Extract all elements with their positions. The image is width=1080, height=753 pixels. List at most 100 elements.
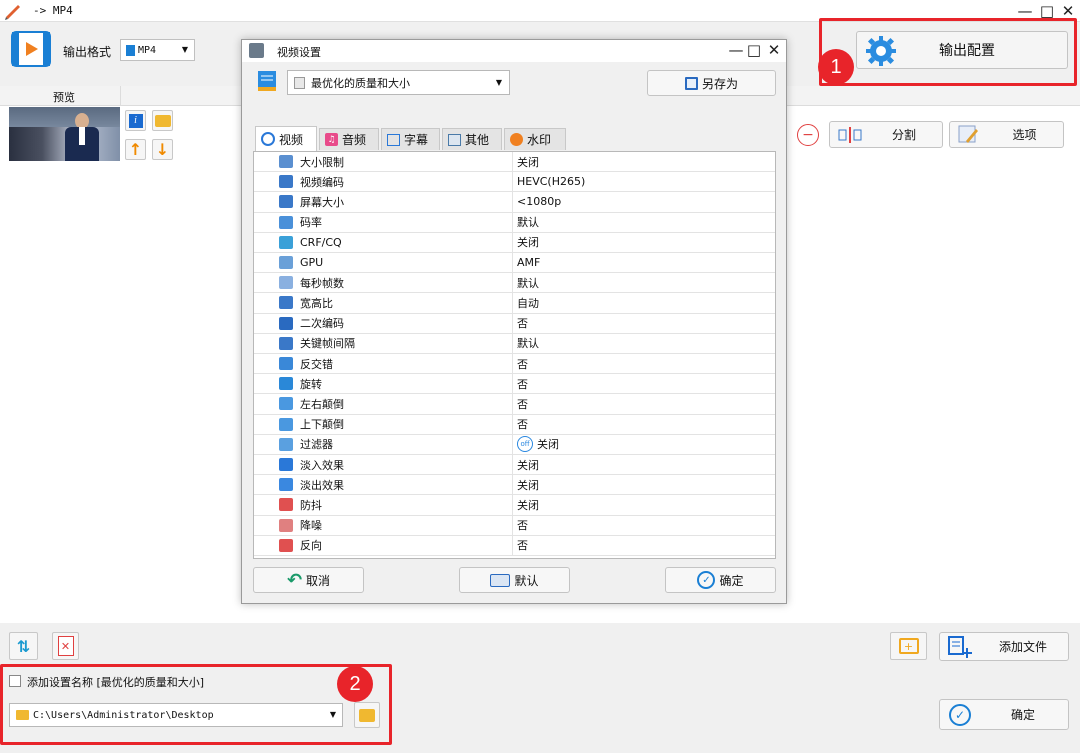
video-thumbnail[interactable] xyxy=(9,107,120,161)
denoise-icon xyxy=(279,518,293,532)
tab-other[interactable]: 其他 xyxy=(442,128,502,150)
dialog-minimize-icon[interactable]: — xyxy=(726,40,746,60)
column-divider xyxy=(512,253,513,273)
remove-icon[interactable]: − xyxy=(797,124,819,146)
setting-value[interactable]: HEVC(H265) xyxy=(517,172,585,191)
move-up-button[interactable]: ↑ xyxy=(125,139,146,160)
watermark-tab-icon xyxy=(510,133,523,146)
setting-value[interactable]: 否 xyxy=(517,354,528,373)
delete-file-icon: ✕ xyxy=(57,636,74,656)
setting-value[interactable]: 默认 xyxy=(517,213,539,232)
add-file-button[interactable]: 添加文件 xyxy=(939,632,1069,661)
clear-list-button[interactable]: ✕ xyxy=(52,632,79,660)
setting-value[interactable]: 默认 xyxy=(517,273,539,292)
save-as-button[interactable]: 另存为 xyxy=(647,70,776,96)
setting-value[interactable]: 否 xyxy=(517,314,528,333)
setting-value[interactable]: 否 xyxy=(517,374,528,393)
tab-subtitle[interactable]: 字幕 xyxy=(381,128,440,150)
column-divider xyxy=(512,152,513,172)
settings-row[interactable]: CRF/CQ 关闭 xyxy=(254,232,775,253)
tab-audio-label: 音频 xyxy=(342,133,367,147)
tab-video-label: 视频 xyxy=(279,132,304,147)
deinterlace-icon xyxy=(279,357,293,371)
video-tab-icon xyxy=(261,132,275,146)
sort-button[interactable]: ⇅ xyxy=(9,632,38,660)
tab-other-label: 其他 xyxy=(465,133,490,147)
setting-value[interactable]: 关闭 xyxy=(517,455,539,474)
setting-value[interactable]: 关闭 xyxy=(517,475,539,494)
tab-watermark[interactable]: 水印 xyxy=(504,128,566,150)
confirm-label: 确定 xyxy=(1010,708,1035,722)
settings-row[interactable]: 过滤器 off 关闭 xyxy=(254,434,775,455)
add-folder-button[interactable]: + xyxy=(890,632,927,660)
options-button[interactable]: 选项 xyxy=(949,121,1064,148)
settings-row[interactable]: 每秒帧数 默认 xyxy=(254,273,775,294)
options-label: 选项 xyxy=(1012,128,1037,142)
dialog-maximize-icon[interactable]: □ xyxy=(744,40,764,60)
settings-row[interactable]: 大小限制 关闭 xyxy=(254,152,775,173)
format-file-icon xyxy=(126,44,135,56)
column-divider xyxy=(512,495,513,515)
column-divider xyxy=(512,293,513,313)
setting-value[interactable]: 关闭 xyxy=(517,152,539,171)
default-button[interactable]: 默认 xyxy=(459,567,570,593)
tab-watermark-label: 水印 xyxy=(527,133,552,147)
toggle-off-icon[interactable]: off xyxy=(517,436,533,453)
column-divider xyxy=(512,273,513,293)
setting-value-text: 自动 xyxy=(517,296,539,310)
setting-value[interactable]: 否 xyxy=(517,516,528,535)
settings-row[interactable]: 防抖 关闭 xyxy=(254,495,775,516)
setting-value[interactable]: 关闭 xyxy=(517,233,539,252)
tab-video[interactable]: 视频 xyxy=(255,126,317,151)
settings-row[interactable]: 视频编码 HEVC(H265) xyxy=(254,172,775,193)
settings-row[interactable]: 降噪 否 xyxy=(254,515,775,536)
settings-row[interactable]: 旋转 否 xyxy=(254,374,775,395)
setting-name: 码率 xyxy=(300,216,322,230)
settings-row[interactable]: 屏幕大小 <1080p xyxy=(254,192,775,213)
setting-value[interactable]: <1080p xyxy=(517,192,561,211)
preset-select[interactable]: 最优化的质量和大小 ▼ xyxy=(287,70,510,95)
info-button[interactable]: i xyxy=(125,110,146,131)
setting-value[interactable]: 自动 xyxy=(517,293,539,312)
settings-row[interactable]: 反向 否 xyxy=(254,535,775,556)
settings-row[interactable]: 淡出效果 关闭 xyxy=(254,475,775,496)
confirm-button[interactable]: ✓ 确定 xyxy=(939,699,1069,730)
header-divider xyxy=(120,86,121,106)
setting-value[interactable]: 否 xyxy=(517,536,528,555)
settings-row[interactable]: GPU AMF xyxy=(254,253,775,274)
format-select[interactable]: MP4 ▼ xyxy=(120,39,195,61)
settings-row[interactable]: 左右颠倒 否 xyxy=(254,394,775,415)
gpu-icon xyxy=(279,256,293,270)
settings-row[interactable]: 宽高比 自动 xyxy=(254,293,775,314)
cancel-label: 取消 xyxy=(306,573,331,588)
setting-value[interactable]: AMF xyxy=(517,253,540,272)
setting-value[interactable]: 否 xyxy=(517,394,528,413)
settings-row[interactable]: 关键帧间隔 默认 xyxy=(254,333,775,354)
setting-name: 防抖 xyxy=(300,498,322,512)
settings-row[interactable]: 二次编码 否 xyxy=(254,313,775,334)
setting-value-text: HEVC(H265) xyxy=(517,175,586,189)
ok-button[interactable]: ✓ 确定 xyxy=(665,567,776,593)
subtitle-tab-icon xyxy=(387,133,400,146)
setting-value[interactable]: off 关闭 xyxy=(517,435,559,454)
split-button[interactable]: 分割 xyxy=(829,121,943,148)
setting-value[interactable]: 关闭 xyxy=(517,495,539,514)
move-down-button[interactable]: ↓ xyxy=(152,139,173,160)
setting-value[interactable]: 否 xyxy=(517,415,528,434)
preset-icon xyxy=(256,69,278,93)
settings-row[interactable]: 反交错 否 xyxy=(254,354,775,375)
crf-icon xyxy=(279,235,293,249)
setting-name: 淡入效果 xyxy=(300,458,344,472)
open-folder-button[interactable] xyxy=(152,110,173,131)
cancel-button[interactable]: ↶ 取消 xyxy=(253,567,364,593)
setting-value-text: 关闭 xyxy=(517,236,539,250)
fade-out-icon xyxy=(279,478,293,492)
check-circle-icon: ✓ xyxy=(949,704,971,726)
tab-audio[interactable]: ♫ 音频 xyxy=(319,128,379,150)
settings-row[interactable]: 上下颠倒 否 xyxy=(254,414,775,435)
settings-row[interactable]: 码率 默认 xyxy=(254,212,775,233)
setting-value[interactable]: 默认 xyxy=(517,334,539,353)
settings-row[interactable]: 淡入效果 关闭 xyxy=(254,455,775,476)
default-label: 默认 xyxy=(514,573,539,588)
dialog-close-icon[interactable]: ✕ xyxy=(764,40,784,60)
